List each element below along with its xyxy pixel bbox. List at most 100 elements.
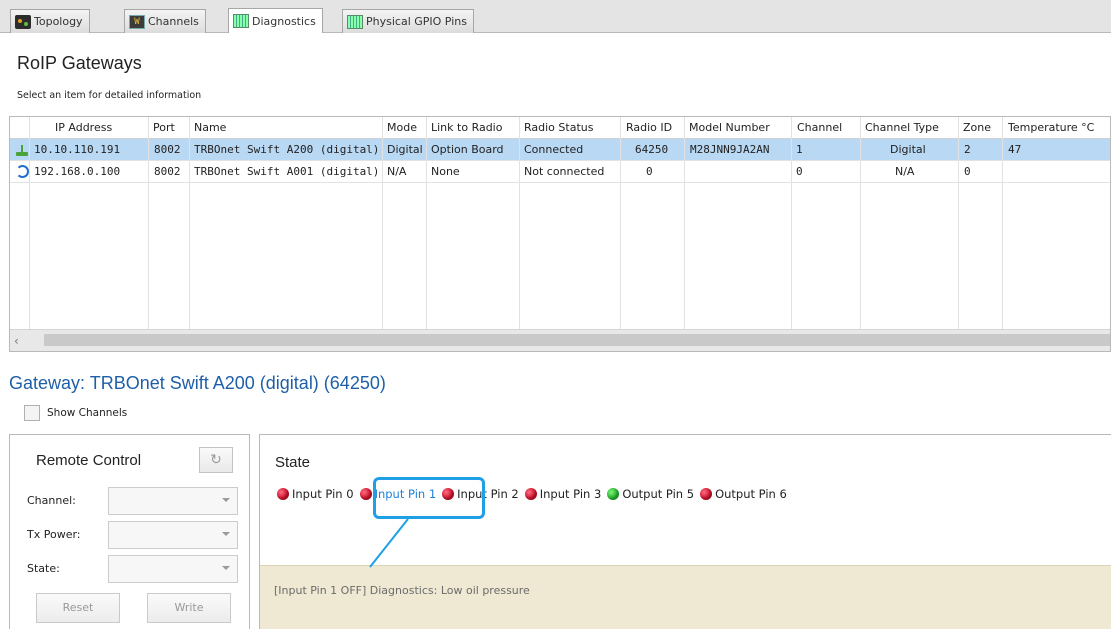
diagnostic-message: [Input Pin 1 OFF] Diagnostics: Low oil p…	[274, 584, 530, 597]
cell-link: Option Board	[431, 143, 504, 156]
gateways-grid[interactable]: IP Address Port Name Mode Link to Radio …	[9, 116, 1111, 352]
column-header[interactable]: Name	[194, 121, 226, 134]
red-led-icon	[700, 488, 713, 500]
cell-channel-type: N/A	[895, 165, 915, 178]
tab-label: Topology	[34, 15, 83, 28]
table-row[interactable]: 192.168.0.100 8002 TRBOnet Swift A001 (d…	[10, 161, 1110, 183]
cell-mode: N/A	[387, 165, 407, 178]
column-separator	[958, 117, 959, 351]
tab-bar: Topology W Channels Diagnostics Physical…	[0, 0, 1111, 33]
section-title: RoIP Gateways	[17, 53, 142, 73]
cell-zone: 2	[964, 143, 971, 156]
cell-channel-type: Digital	[890, 143, 926, 156]
column-header[interactable]: Radio Status	[524, 121, 593, 134]
pin-list: Input Pin 0 Input Pin 1 Input Pin 2 Inpu…	[277, 487, 793, 501]
scrollbar-thumb[interactable]	[44, 334, 1110, 346]
column-header[interactable]: Mode	[387, 121, 417, 134]
pin-input-3[interactable]: Input Pin 3	[524, 487, 602, 501]
column-header[interactable]: Link to Radio	[431, 121, 502, 134]
table-row[interactable]: 10.10.110.191 8002 TRBOnet Swift A200 (d…	[10, 139, 1110, 161]
cell-channel: 1	[796, 143, 803, 156]
column-header[interactable]: Radio ID	[626, 121, 672, 134]
channels-icon: W	[129, 14, 145, 29]
tab-diagnostics[interactable]: Diagnostics	[228, 8, 323, 33]
column-header[interactable]: Zone	[963, 121, 991, 134]
diagnostic-message-area: [Input Pin 1 OFF] Diagnostics: Low oil p…	[260, 565, 1111, 629]
tx-power-label: Tx Power:	[27, 528, 81, 541]
show-channels-toggle[interactable]: Show Channels	[24, 405, 127, 421]
cell-name: TRBOnet Swift A200 (digital)	[194, 143, 380, 156]
cell-temperature: 47	[1008, 143, 1022, 156]
chip-icon	[233, 14, 249, 28]
cell-ip: 192.168.0.100	[34, 165, 121, 178]
tab-topology[interactable]: Topology	[10, 9, 90, 33]
cell-zone: 0	[964, 165, 971, 178]
write-button[interactable]: Write	[147, 593, 231, 623]
reset-button[interactable]: Reset	[36, 593, 120, 623]
grid-header: IP Address Port Name Mode Link to Radio …	[10, 117, 1110, 139]
gateway-title: Gateway: TRBOnet Swift A200 (digital) (6…	[9, 373, 386, 393]
cell-ip: 10.10.110.191	[34, 143, 121, 156]
cell-status: Connected	[524, 143, 584, 156]
pin-input-0[interactable]: Input Pin 0	[277, 487, 354, 501]
cell-model: M28JNN9JA2AN	[690, 143, 770, 156]
pin-output-5[interactable]: Output Pin 5	[607, 487, 694, 501]
horizontal-scrollbar[interactable]: ‹	[10, 329, 1110, 351]
tx-power-select[interactable]	[108, 521, 238, 549]
show-channels-label: Show Channels	[47, 407, 128, 419]
cell-radio-id: 0	[646, 165, 653, 178]
column-separator	[860, 117, 861, 351]
channel-select[interactable]	[108, 487, 238, 515]
show-channels-checkbox[interactable]	[24, 405, 40, 421]
refresh-icon: ↻	[210, 452, 222, 468]
column-separator	[189, 117, 190, 351]
column-header[interactable]: Model Number	[689, 121, 770, 134]
column-separator	[620, 117, 621, 351]
column-header[interactable]: Port	[153, 121, 175, 134]
tab-label: Channels	[148, 15, 199, 28]
column-separator	[519, 117, 520, 351]
cell-status: Not connected	[524, 165, 605, 178]
tab-label: Physical GPIO Pins	[366, 15, 467, 28]
column-header[interactable]: Channel	[797, 121, 842, 134]
cell-mode: Digital	[387, 143, 423, 156]
pin-output-6[interactable]: Output Pin 6	[700, 487, 787, 501]
state-select[interactable]	[108, 555, 238, 583]
column-header[interactable]: Temperature °C	[1008, 121, 1094, 134]
tab-channels[interactable]: W Channels	[124, 9, 206, 33]
spinner-icon	[16, 165, 29, 178]
channel-label: Channel:	[27, 494, 76, 507]
cell-link: None	[431, 165, 460, 178]
tab-physical-gpio-pins[interactable]: Physical GPIO Pins	[342, 9, 474, 33]
tab-label: Diagnostics	[252, 14, 316, 28]
red-led-icon	[277, 488, 289, 500]
column-header[interactable]: Channel Type	[865, 121, 939, 134]
red-led-icon	[359, 488, 372, 500]
green-led-icon	[607, 488, 620, 500]
pin-label: Output Pin 5	[622, 487, 695, 501]
topology-icon	[15, 14, 31, 29]
antenna-icon	[14, 142, 30, 158]
remote-control-title: Remote Control	[36, 452, 142, 469]
cell-radio-id: 64250	[635, 143, 669, 156]
hint-text: Select an item for detailed information	[17, 90, 202, 101]
chevron-down-icon	[222, 566, 230, 570]
pin-label: Output Pin 6	[715, 487, 787, 501]
red-led-icon	[524, 488, 537, 500]
pin-label: Input Pin 3	[539, 487, 602, 501]
chevron-down-icon	[222, 498, 230, 502]
column-separator	[426, 117, 427, 351]
chevron-down-icon	[222, 532, 230, 536]
cell-channel: 0	[796, 165, 803, 178]
column-separator	[29, 117, 30, 351]
column-separator	[382, 117, 383, 351]
cell-name: TRBOnet Swift A001 (digital)	[194, 165, 380, 178]
state-title: State	[275, 454, 311, 471]
scroll-left-icon[interactable]: ‹	[14, 334, 28, 348]
refresh-button[interactable]: ↻	[199, 447, 233, 473]
callout-highlight	[373, 477, 485, 519]
column-separator	[791, 117, 792, 351]
column-separator	[1002, 117, 1003, 351]
cell-port: 8002	[154, 143, 181, 156]
column-header[interactable]: IP Address	[55, 121, 112, 134]
